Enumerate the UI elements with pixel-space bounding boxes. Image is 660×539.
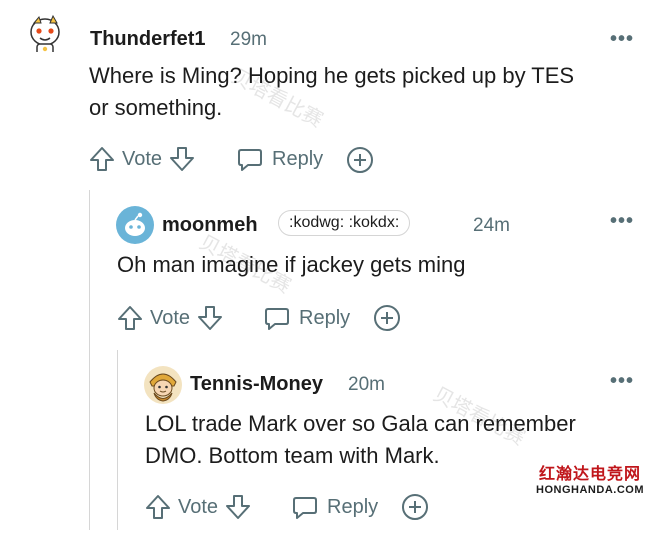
reply-button[interactable]: Reply: [263, 304, 350, 332]
comment-body-line: Oh man imagine if jackey gets ming: [117, 252, 466, 277]
comment-timestamp: 29m: [230, 29, 267, 50]
award-button[interactable]: [372, 303, 402, 333]
vote-button[interactable]: Vote: [88, 145, 196, 173]
downvote-icon[interactable]: [224, 493, 252, 521]
reply-bubble-icon: [293, 497, 317, 519]
snoo-avatar-icon[interactable]: [26, 14, 64, 52]
vote-label: Vote: [122, 147, 163, 170]
downvote-icon[interactable]: [196, 304, 224, 332]
upvote-icon[interactable]: [116, 304, 144, 332]
reply-label: Reply: [272, 147, 324, 170]
comment-author[interactable]: Thunderfet1: [90, 28, 206, 51]
more-options-icon[interactable]: •••: [610, 211, 634, 231]
reply-label: Reply: [299, 306, 351, 329]
comment-timestamp: 24m: [473, 215, 510, 236]
vote-label: Vote: [178, 495, 219, 518]
downvote-icon[interactable]: [168, 145, 196, 173]
more-options-icon[interactable]: •••: [610, 371, 634, 391]
award-button[interactable]: [345, 145, 375, 175]
comment-body: Oh man imagine if jackey gets ming: [117, 249, 647, 281]
plus-circle-icon[interactable]: [345, 145, 375, 175]
vote-label: Vote: [150, 306, 191, 329]
plus-circle-icon[interactable]: [372, 303, 402, 333]
default-snoo-avatar-icon[interactable]: [116, 206, 154, 244]
site-badge: 红瀚达电竞网 HONGHANDA.COM: [530, 458, 650, 498]
reply-label: Reply: [327, 495, 379, 518]
user-flair: :kodwg: :kokdx:: [278, 210, 411, 236]
award-button[interactable]: [400, 492, 430, 522]
comment-body: Where is Ming? Hoping he gets picked up …: [89, 60, 649, 124]
vote-button[interactable]: Vote: [116, 304, 224, 332]
more-options-icon[interactable]: •••: [610, 29, 634, 49]
character-avatar-icon[interactable]: [144, 366, 182, 404]
reply-bubble-icon: [265, 308, 289, 330]
thread-line-level-1: [89, 190, 90, 530]
comment-body-line: or something.: [89, 95, 223, 120]
comment-author[interactable]: Tennis-Money: [190, 373, 323, 396]
reply-bubble-icon: [238, 149, 262, 171]
comment-body-line: Where is Ming? Hoping he gets picked up …: [89, 63, 575, 88]
reply-button[interactable]: Reply: [236, 145, 323, 173]
site-name-en: HONGHANDA.COM: [536, 484, 644, 496]
plus-circle-icon[interactable]: [400, 492, 430, 522]
comment-author[interactable]: moonmeh: [162, 214, 258, 237]
upvote-icon[interactable]: [144, 493, 172, 521]
comment-timestamp: 20m: [348, 374, 385, 395]
thread-line-level-2: [117, 350, 118, 530]
reply-button[interactable]: Reply: [291, 493, 378, 521]
site-name-cn: 红瀚达电竞网: [539, 464, 642, 483]
upvote-icon[interactable]: [88, 145, 116, 173]
comment-body-line: LOL trade Mark over so Gala can remember: [145, 411, 576, 436]
vote-button[interactable]: Vote: [144, 493, 252, 521]
